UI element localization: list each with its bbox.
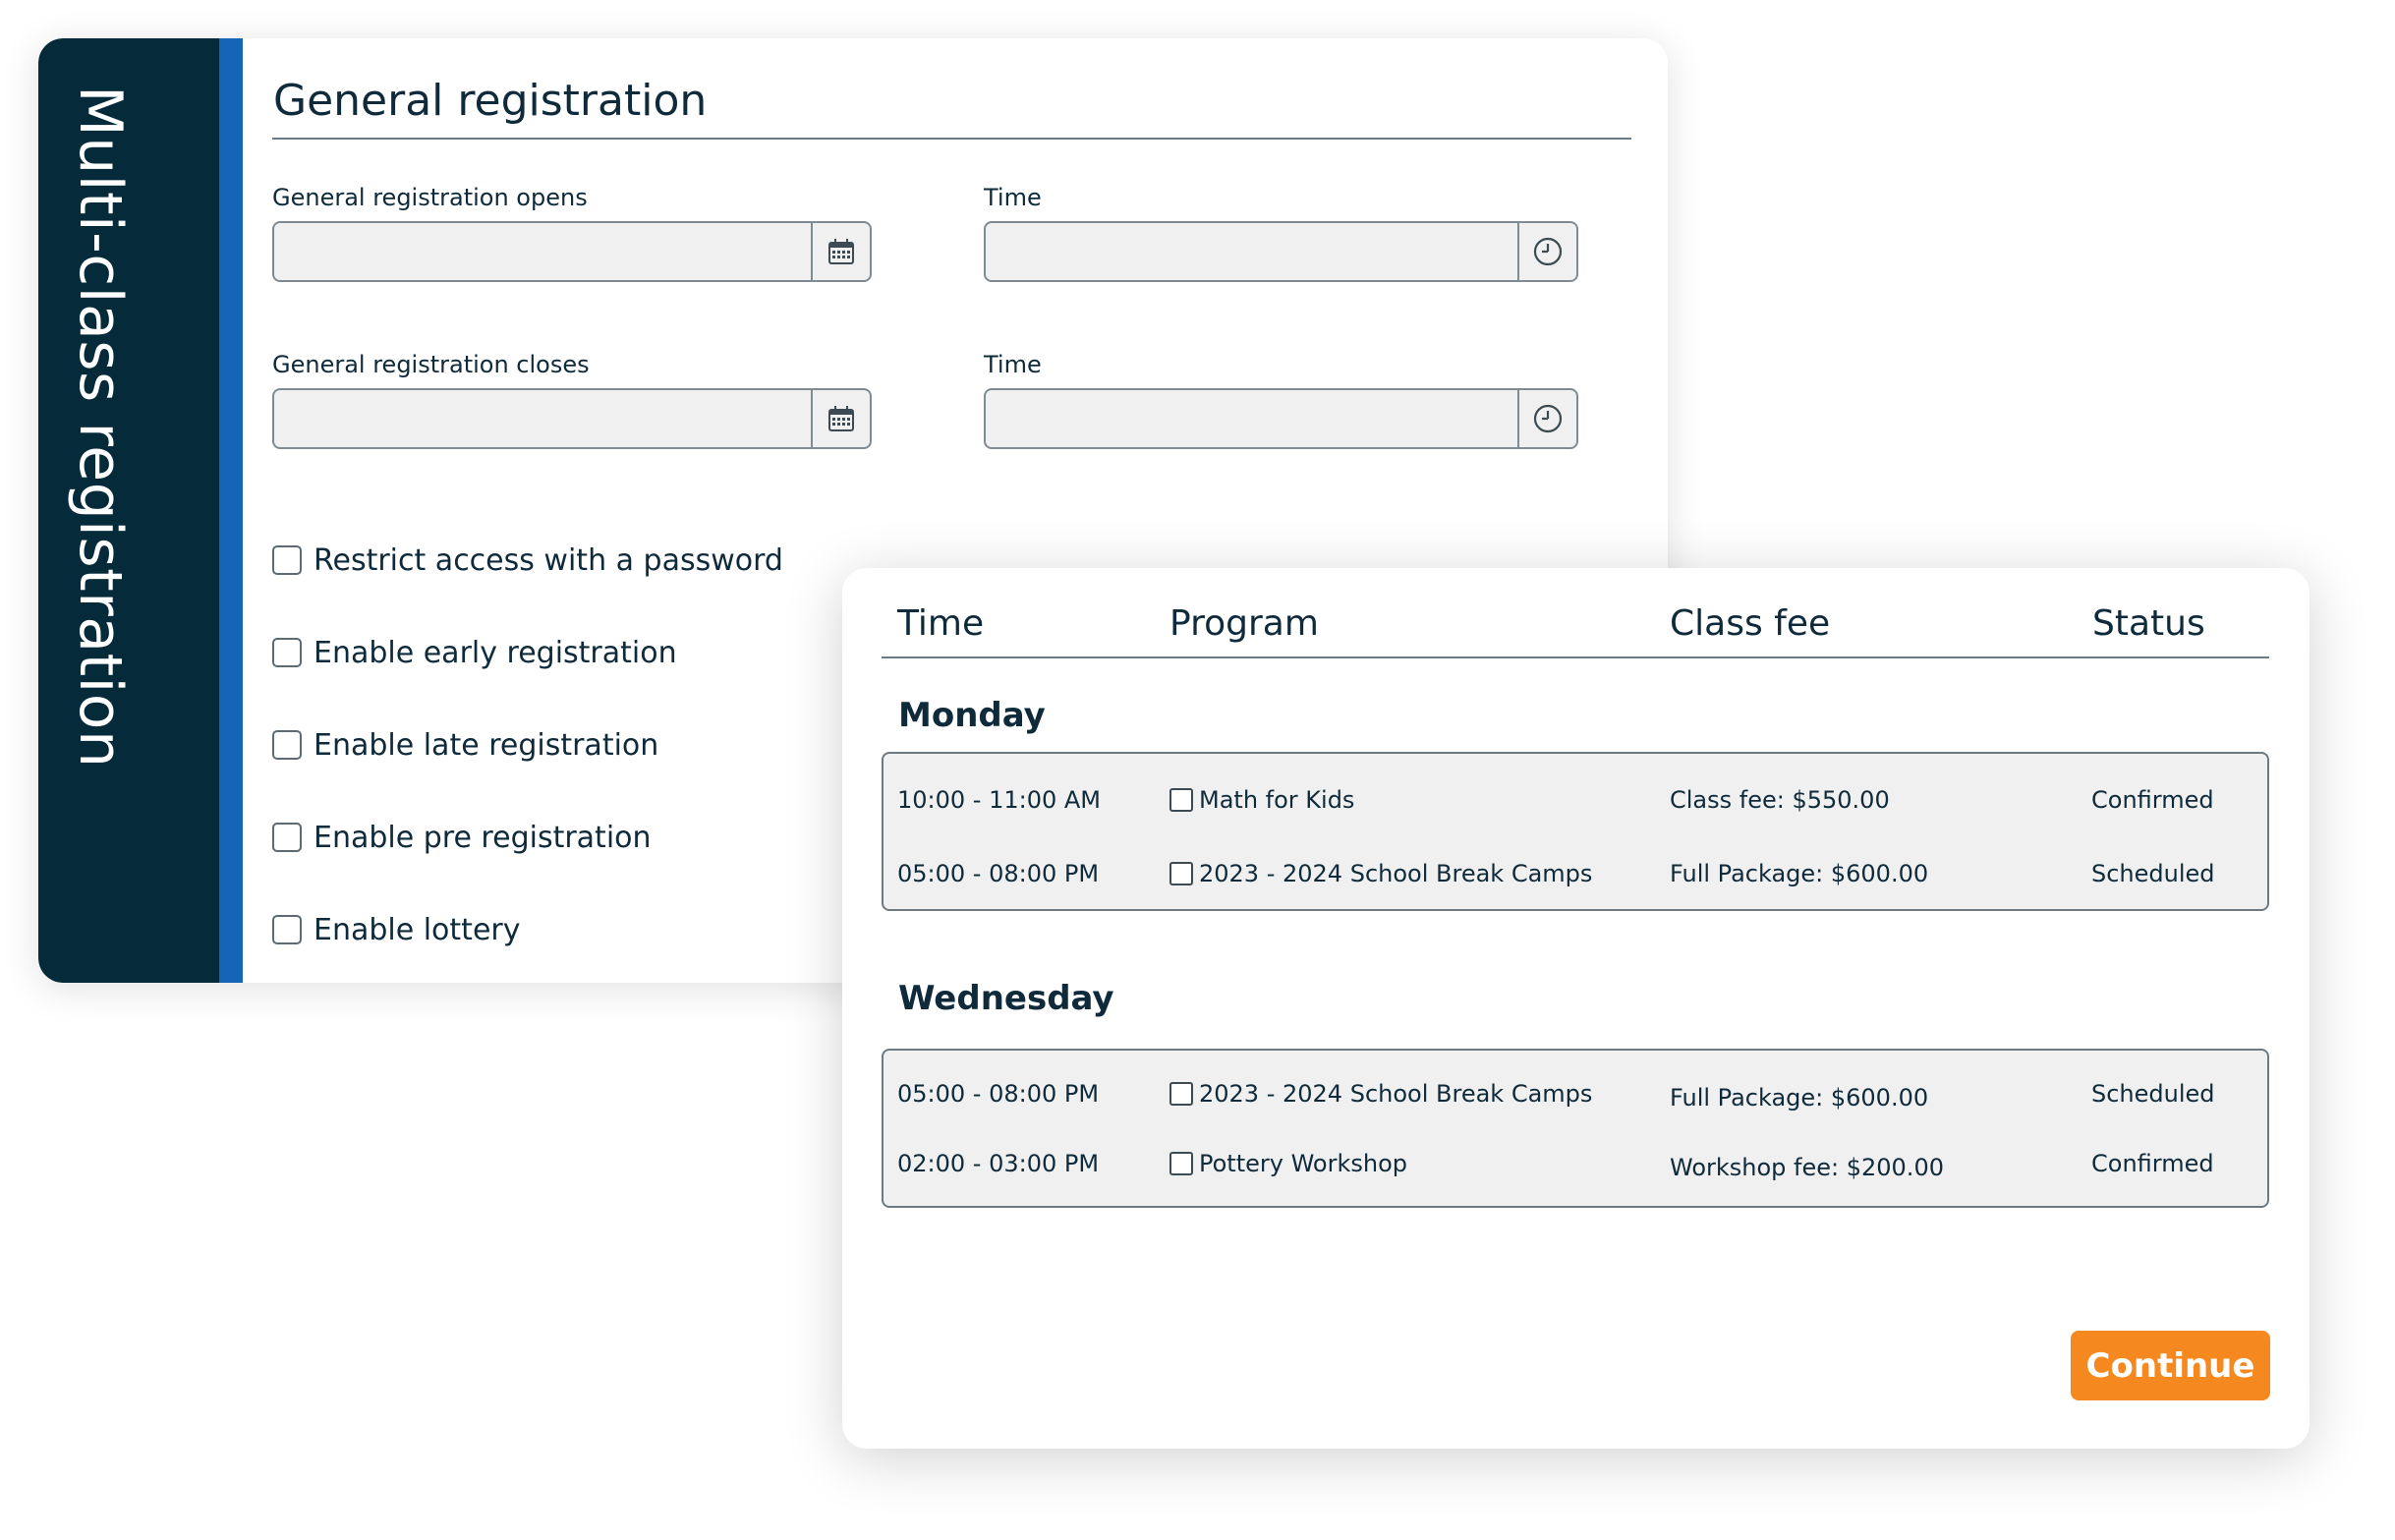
- table-row: 05:00 - 08:00 PM 2023 - 2024 School Brea…: [884, 1074, 2267, 1113]
- table-row: 02:00 - 03:00 PM Pottery Workshop Worksh…: [884, 1144, 2267, 1183]
- opens-time-label: Time: [984, 184, 1042, 211]
- row-status: Confirmed: [2091, 786, 2214, 814]
- option-restrict-password[interactable]: Restrict access with a password: [272, 541, 783, 580]
- header-divider: [882, 656, 2269, 658]
- day-group-monday: 10:00 - 11:00 AM Math for Kids Class fee…: [882, 752, 2269, 911]
- row-time: 02:00 - 03:00 PM: [897, 1150, 1100, 1177]
- header-class-fee: Class fee: [1670, 603, 1831, 644]
- day-heading-wednesday: Wednesday: [898, 979, 1114, 1018]
- checkbox[interactable]: [272, 638, 302, 667]
- program-checkbox[interactable]: [1169, 1152, 1193, 1175]
- closes-time-input[interactable]: [986, 390, 1519, 447]
- option-label: Enable early registration: [314, 635, 677, 670]
- option-late-registration[interactable]: Enable late registration: [272, 725, 658, 765]
- opens-date-label: General registration opens: [272, 184, 588, 211]
- option-label: Enable pre registration: [314, 820, 652, 855]
- section-title: General registration: [273, 76, 708, 126]
- closes-date-label: General registration closes: [272, 351, 590, 378]
- row-status: Confirmed: [2091, 1150, 2214, 1177]
- day-group-wednesday: 05:00 - 08:00 PM 2023 - 2024 School Brea…: [882, 1049, 2269, 1208]
- table-row: 10:00 - 11:00 AM Math for Kids Class fee…: [884, 780, 2267, 820]
- row-program: Pottery Workshop: [1169, 1150, 1407, 1177]
- checkbox[interactable]: [272, 730, 302, 760]
- program-name: 2023 - 2024 School Break Camps: [1199, 1080, 1593, 1108]
- row-status: Scheduled: [2091, 860, 2215, 887]
- row-status: Scheduled: [2091, 1080, 2215, 1108]
- time-picker-button[interactable]: [1517, 223, 1576, 280]
- row-fee: Class fee: $550.00: [1670, 786, 1890, 814]
- option-label: Enable lottery: [314, 912, 521, 947]
- header-time: Time: [897, 603, 985, 644]
- opens-time-input[interactable]: [986, 223, 1519, 280]
- row-fee: Workshop fee: $200.00: [1670, 1154, 1944, 1181]
- row-time: 10:00 - 11:00 AM: [897, 786, 1101, 814]
- time-picker-button[interactable]: [1517, 390, 1576, 447]
- checkbox[interactable]: [272, 823, 302, 852]
- option-pre-registration[interactable]: Enable pre registration: [272, 818, 652, 857]
- closes-time-label: Time: [984, 351, 1042, 378]
- program-checkbox[interactable]: [1169, 862, 1193, 885]
- opens-date-field[interactable]: [272, 221, 872, 282]
- program-checkbox[interactable]: [1169, 1082, 1193, 1106]
- calendar-icon: [828, 406, 854, 431]
- row-fee: Full Package: $600.00: [1670, 860, 1929, 887]
- closes-time-field[interactable]: [984, 388, 1578, 449]
- row-time: 05:00 - 08:00 PM: [897, 1080, 1100, 1108]
- program-name: Math for Kids: [1199, 786, 1355, 814]
- closes-date-field[interactable]: [272, 388, 872, 449]
- schedule-card: Time Program Class fee Status Monday 10:…: [842, 568, 2309, 1449]
- row-fee: Full Package: $600.00: [1670, 1084, 1929, 1112]
- program-name: 2023 - 2024 School Break Camps: [1199, 860, 1593, 887]
- section-divider: [272, 138, 1631, 140]
- day-heading-monday: Monday: [898, 696, 1046, 735]
- program-checkbox[interactable]: [1169, 788, 1193, 812]
- opens-time-field[interactable]: [984, 221, 1578, 282]
- opens-date-input[interactable]: [274, 223, 813, 280]
- row-program: 2023 - 2024 School Break Camps: [1169, 860, 1592, 887]
- row-program: 2023 - 2024 School Break Camps: [1169, 1080, 1592, 1108]
- option-label: Enable late registration: [314, 727, 659, 763]
- checkbox[interactable]: [272, 915, 302, 944]
- calendar-picker-button[interactable]: [811, 223, 870, 280]
- clock-icon: [1533, 404, 1563, 433]
- calendar-picker-button[interactable]: [811, 390, 870, 447]
- option-label: Restrict access with a password: [314, 542, 783, 578]
- clock-icon: [1533, 237, 1563, 266]
- checkbox[interactable]: [272, 545, 302, 575]
- option-early-registration[interactable]: Enable early registration: [272, 633, 677, 672]
- row-time: 05:00 - 08:00 PM: [897, 860, 1100, 887]
- sidebar-accent-stripe: [219, 38, 243, 983]
- row-program: Math for Kids: [1169, 786, 1354, 814]
- calendar-icon: [828, 239, 854, 264]
- table-row: 05:00 - 08:00 PM 2023 - 2024 School Brea…: [884, 854, 2267, 893]
- closes-date-input[interactable]: [274, 390, 813, 447]
- program-name: Pottery Workshop: [1199, 1150, 1407, 1177]
- continue-button[interactable]: Continue: [2071, 1331, 2270, 1400]
- sidebar-title: Multi-class registration: [66, 86, 135, 769]
- header-program: Program: [1169, 603, 1319, 644]
- option-lottery[interactable]: Enable lottery: [272, 910, 520, 949]
- header-status: Status: [2092, 603, 2205, 644]
